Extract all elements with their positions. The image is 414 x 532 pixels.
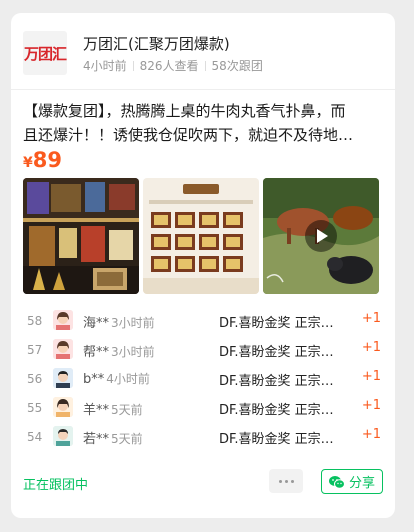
order-rank: 58 — [27, 314, 43, 328]
share-label: 分享 — [348, 476, 375, 491]
shop-meta: 4小时前 826人查看 58次跟团 — [83, 57, 263, 74]
meta-divider — [132, 61, 134, 71]
order-quantity: +1 — [361, 369, 381, 384]
share-button[interactable]: 分享 — [321, 469, 383, 494]
order-item: DF.喜盼金奖 正宗… — [219, 403, 334, 418]
more-dot — [284, 479, 288, 483]
order-user: b** 4小时前 — [83, 370, 150, 387]
price-value: 89 — [32, 148, 62, 172]
more-button[interactable] — [269, 469, 303, 493]
order-user: 若** 5天前 — [83, 428, 143, 447]
play-icon[interactable] — [305, 220, 337, 252]
order-username: 羊** — [83, 403, 110, 418]
wechat-icon — [328, 475, 345, 489]
group-status: 正在跟团中 — [23, 478, 89, 493]
shop-logo: 万团汇 — [23, 31, 67, 75]
order-quantity: +1 — [361, 311, 381, 326]
order-row: 56 b** 4小时前 DF.喜盼金奖 正宗… +1 — [11, 365, 395, 394]
shop-name[interactable]: 万团汇(汇聚万团爆款) — [83, 33, 230, 54]
shop-header[interactable]: 万团汇 万团汇(汇聚万团爆款) 4小时前 826人查看 58次跟团 — [23, 31, 383, 79]
price: ¥89 — [23, 148, 62, 172]
female-avatar[interactable] — [53, 310, 73, 330]
order-username: 帮** — [83, 345, 110, 360]
more-dot — [278, 479, 282, 483]
header-divider — [11, 89, 395, 90]
order-item: DF.喜盼金奖 正宗… — [219, 432, 334, 447]
post-description[interactable]: 【爆款复团】，热腾腾上桌的牛肉丸香气扑鼻，而 且还爆汁！！诱使我仓促吹两下，就迫… — [23, 99, 385, 147]
order-rank: 57 — [27, 343, 43, 357]
order-user: 羊** 5天前 — [83, 399, 143, 418]
order-username: b** — [83, 372, 105, 387]
order-time: 4小时前 — [106, 372, 150, 386]
card-footer: 正在跟团中 分享 — [11, 468, 395, 498]
order-row: 54 若** 5天前 DF.喜盼金奖 正宗… +1 — [11, 423, 395, 452]
order-username: 若** — [83, 432, 110, 447]
order-time: 5天前 — [111, 432, 143, 446]
meta-divider — [204, 61, 206, 71]
order-item: DF.喜盼金奖 正宗… — [219, 345, 334, 360]
description-line-1: 【爆款复团】，热腾腾上桌的牛肉丸香气扑鼻，而 — [23, 102, 346, 120]
order-user: 帮** 3小时前 — [83, 341, 155, 360]
group-buy-card[interactable]: 万团汇 万团汇(汇聚万团爆款) 4小时前 826人查看 58次跟团 【爆款复团】，热… — [11, 13, 395, 518]
description-line-2: 且还爆汁！！诱使我仓促吹两下，就迫不及待地… — [23, 126, 354, 144]
order-username: 海** — [83, 316, 110, 331]
order-user: 海** 3小时前 — [83, 312, 155, 331]
order-quantity: +1 — [361, 340, 381, 355]
order-rank: 56 — [27, 372, 43, 386]
order-time: 3小时前 — [111, 345, 155, 359]
award-plaques-photo[interactable] — [143, 178, 259, 294]
post-time: 4小时前 — [83, 59, 127, 73]
award-exhibition-photo[interactable] — [23, 178, 139, 294]
order-row: 58 海** 3小时前 DF.喜盼金奖 正宗… +1 — [11, 307, 395, 336]
order-quantity: +1 — [361, 427, 381, 442]
male-avatar[interactable] — [53, 368, 73, 388]
female-avatar[interactable] — [53, 397, 73, 417]
male-avatar[interactable] — [53, 426, 73, 446]
order-quantity: +1 — [361, 398, 381, 413]
order-time: 5天前 — [111, 403, 143, 417]
order-row: 57 帮** 3小时前 DF.喜盼金奖 正宗… +1 — [11, 336, 395, 365]
order-item: DF.喜盼金奖 正宗… — [219, 374, 334, 389]
view-count: 826人查看 — [139, 59, 199, 73]
shop-logo-text: 万团汇 — [23, 44, 67, 63]
order-row: 55 羊** 5天前 DF.喜盼金奖 正宗… +1 — [11, 394, 395, 423]
female-avatar[interactable] — [53, 339, 73, 359]
cattle-video-thumbnail[interactable] — [263, 178, 379, 294]
order-rank: 54 — [27, 430, 43, 444]
order-rank: 55 — [27, 401, 43, 415]
order-item: DF.喜盼金奖 正宗… — [219, 316, 334, 331]
more-dot — [290, 479, 294, 483]
image-gallery — [23, 178, 379, 294]
order-time: 3小时前 — [111, 316, 155, 330]
follow-count: 58次跟团 — [211, 59, 263, 73]
price-currency: ¥ — [23, 155, 33, 171]
